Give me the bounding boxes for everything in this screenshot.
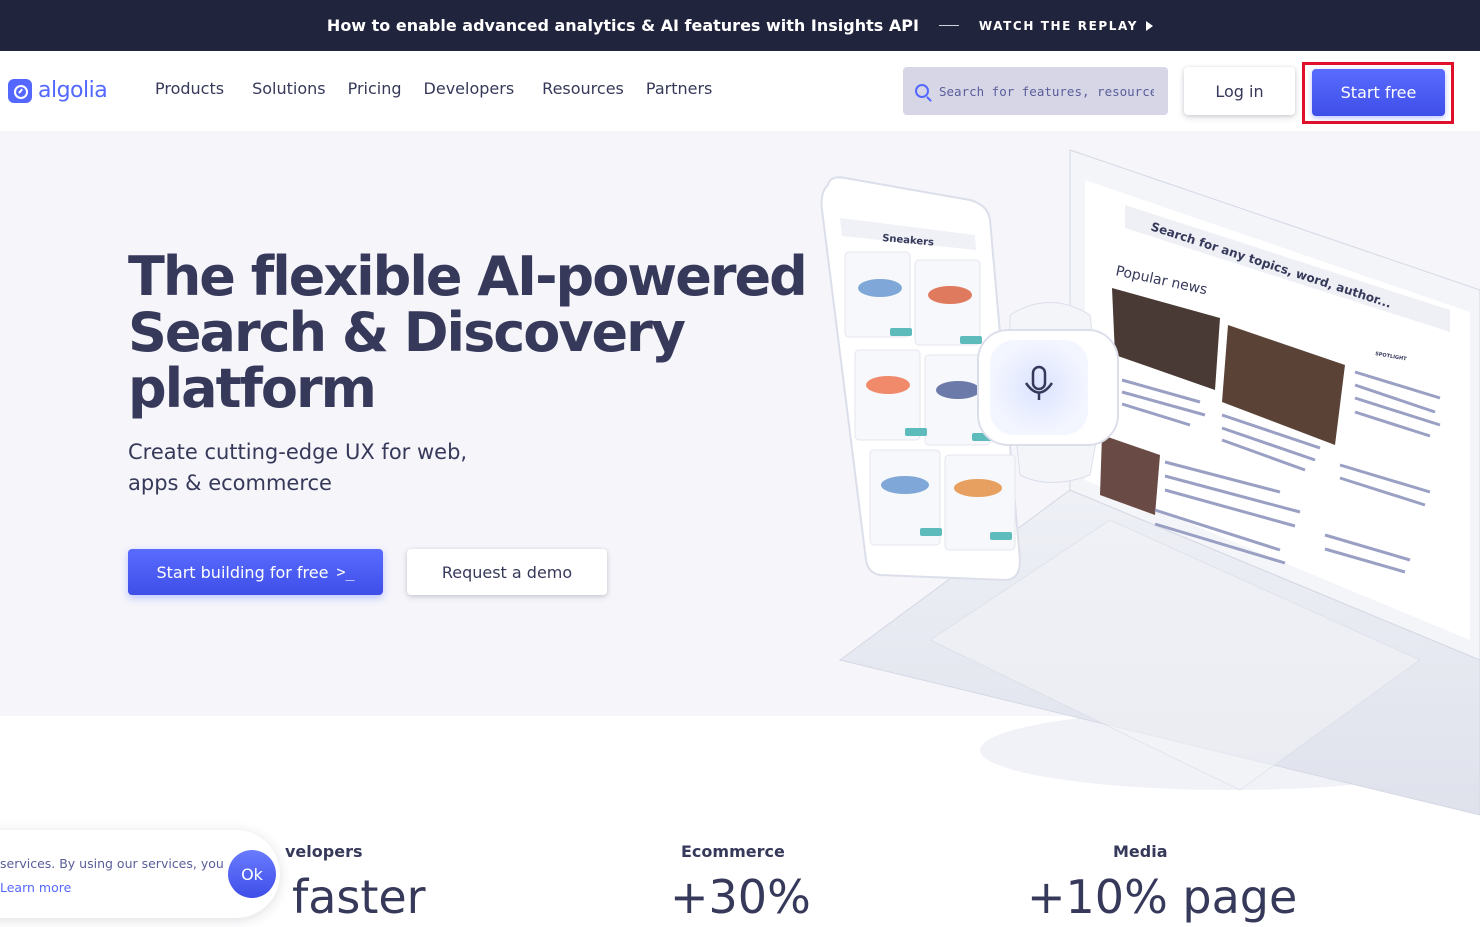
nav-item-solutions[interactable]: Solutions [252, 79, 326, 98]
nav-item-developers[interactable]: Developers [424, 79, 515, 98]
algolia-logo-icon [8, 78, 32, 103]
nav-item-pricing[interactable]: Pricing [348, 79, 402, 98]
cookie-banner: services. By using our services, you Lea… [0, 830, 280, 918]
watch-screen [990, 340, 1088, 435]
announcement-bar: How to enable advanced analytics & AI fe… [0, 0, 1480, 51]
algolia-logo[interactable]: algolia [8, 78, 108, 103]
headline-line: The flexible AI-powered [128, 245, 808, 308]
logo-wordmark: algolia [38, 78, 108, 103]
subheadline-line: apps & ecommerce [128, 471, 332, 495]
cookie-text-block: services. By using our services, you Lea… [0, 852, 224, 900]
search-placeholder: Search for features, resources... [939, 83, 1154, 99]
watch-replay-link[interactable]: WATCH THE REPLAY [978, 18, 1154, 33]
play-icon [1146, 20, 1154, 31]
stat-label-developers: velopers [285, 842, 363, 861]
cookie-ok-button[interactable]: Ok [228, 850, 276, 898]
headline-line: platform [128, 357, 377, 420]
nav-item-partners[interactable]: Partners [646, 79, 712, 98]
learn-more-link[interactable]: Learn more [0, 876, 224, 900]
stat-value-developers: faster [292, 870, 426, 924]
hero-headline: The flexible AI-powered Search & Discove… [128, 249, 818, 417]
hero-subheadline: Create cutting-edge UX for web, apps & e… [128, 437, 488, 499]
device-illustration: Search for any topics, word, author... P… [820, 149, 1480, 816]
search-icon [915, 84, 929, 98]
stat-label-media: Media [1113, 842, 1168, 861]
subheadline-line: Create cutting-edge UX for web, [128, 440, 468, 464]
announcement-message[interactable]: How to enable advanced analytics & AI fe… [327, 16, 919, 35]
site-search-input[interactable]: Search for features, resources... [903, 67, 1168, 115]
headline-line: Search & Discovery [128, 301, 686, 364]
start-building-button[interactable]: Start building for free >_ [128, 549, 383, 595]
nav-item-resources[interactable]: Resources [542, 79, 624, 98]
announcement-divider [938, 25, 959, 26]
cookie-message: services. By using our services, you [0, 856, 224, 871]
terminal-icon: >_ [336, 563, 355, 581]
stat-label-ecommerce: Ecommerce [681, 842, 785, 861]
hero-illustration: Search for any topics, word, author... P… [810, 140, 1480, 820]
top-navigation: algolia Products Solutions Pricing Devel… [0, 51, 1480, 131]
watch-replay-label: WATCH THE REPLAY [978, 18, 1139, 33]
request-demo-button[interactable]: Request a demo [407, 549, 607, 595]
stat-value-ecommerce: +30% [670, 870, 811, 924]
stat-value-media: +10% page [1027, 870, 1298, 924]
start-free-highlight: Start free [1302, 62, 1454, 124]
main-menu: Products Solutions Pricing Developers Re… [155, 79, 712, 98]
login-button[interactable]: Log in [1184, 67, 1295, 115]
start-free-button[interactable]: Start free [1312, 69, 1445, 116]
nav-item-products[interactable]: Products [155, 79, 224, 98]
start-building-label: Start building for free [156, 562, 329, 582]
